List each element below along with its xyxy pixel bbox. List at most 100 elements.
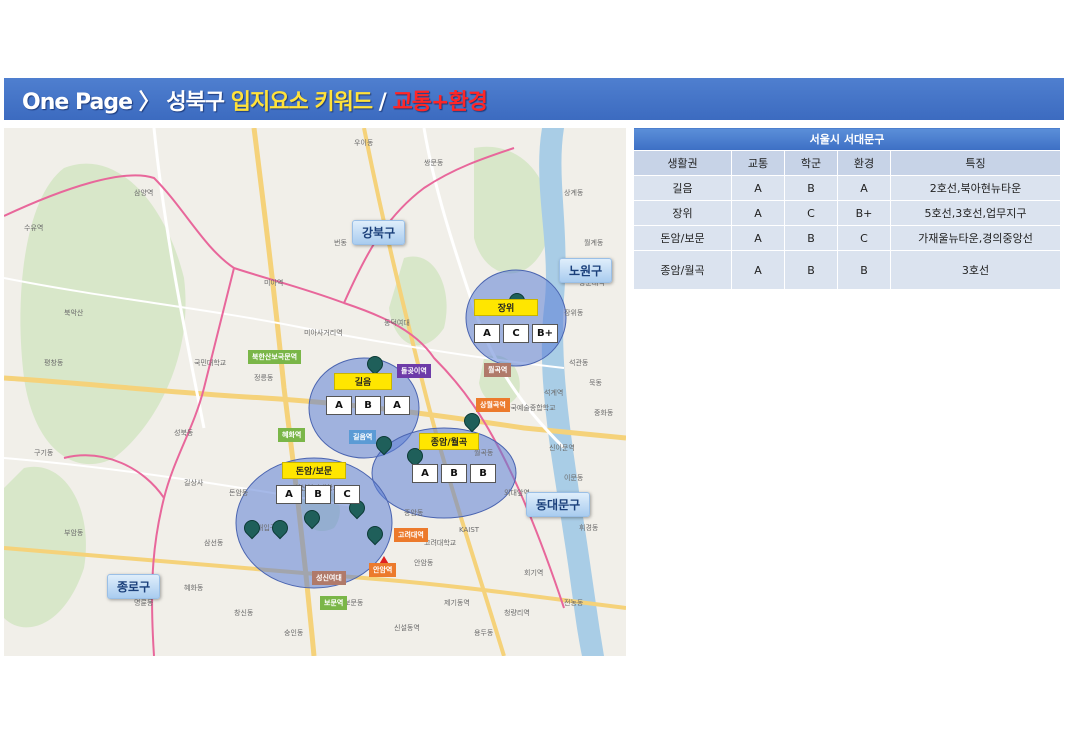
column-header: 특징: [890, 150, 1061, 176]
place-label: 부암동: [64, 529, 84, 537]
station-tag[interactable]: 월곡역: [484, 363, 512, 377]
grade-cell: A: [326, 396, 352, 415]
place-label: 삼양역: [134, 189, 154, 197]
table-row: 돈암/보문 A B C 가재울뉴타운,경의중앙선: [633, 225, 1061, 251]
district-label-jongno[interactable]: 종로구: [107, 574, 161, 599]
place-label: 삼선동: [204, 539, 224, 547]
place-label: 종암동: [404, 509, 424, 517]
grade-cell: A: [412, 464, 438, 483]
zone-grades-jangwi: A C B+: [474, 324, 561, 343]
grade-cell: B: [305, 485, 331, 504]
place-label: 휘경동: [579, 524, 599, 532]
station-tag[interactable]: 돌곶이역: [397, 364, 431, 378]
place-label: 미아역: [264, 279, 284, 287]
table-cell: B: [784, 250, 838, 290]
table-header-row: 생활권 교통 학군 환경 특징: [633, 150, 1061, 176]
place-label: 평창동: [44, 359, 64, 367]
zone-grades-donam-bomun: A B C: [276, 485, 363, 504]
table-cell: 종암/월곡: [633, 250, 732, 290]
district-label-dongdaemun[interactable]: 동대문구: [526, 492, 591, 517]
column-header: 교통: [731, 150, 785, 176]
table-cell: B: [784, 225, 838, 251]
title-keyword: 입지요소 키워드: [230, 90, 373, 115]
grade-cell: A: [384, 396, 410, 415]
table-cell: B+: [837, 200, 891, 226]
table-cell: A: [731, 225, 785, 251]
district-label-gangbuk[interactable]: 강북구: [352, 220, 406, 245]
place-label: 국민대학교: [194, 359, 227, 367]
station-tag[interactable]: 안암역: [369, 563, 397, 577]
place-label: 전농동: [564, 599, 584, 607]
grade-cell: C: [334, 485, 360, 504]
table-cell: 길음: [633, 175, 732, 201]
table-cell: C: [837, 225, 891, 251]
place-label: 장위동: [564, 309, 584, 317]
table-cell: 3호선: [890, 250, 1061, 290]
place-label: 창신동: [234, 609, 254, 617]
title-category: 교통+환경: [392, 90, 487, 115]
grade-cell: A: [474, 324, 500, 343]
table-cell: 가재울뉴타운,경의중앙선: [890, 225, 1061, 251]
place-label: 묵동: [589, 379, 602, 387]
district-label-nowon[interactable]: 노원구: [559, 258, 613, 283]
place-label: 숭인동: [284, 629, 304, 637]
place-label: 석관동: [569, 359, 589, 367]
station-tag[interactable]: 상월곡역: [476, 398, 510, 412]
zone-label-donam-bomun[interactable]: 돈암/보문: [282, 462, 346, 479]
table-cell: B: [837, 250, 891, 290]
place-label: KAIST: [459, 526, 480, 534]
table-cell: 5호선,3호선,업무지구: [890, 200, 1061, 226]
place-label: 신이문역: [549, 444, 575, 452]
table-row: 장위 A C B+ 5호선,3호선,업무지구: [633, 200, 1061, 226]
place-label: 혜화동: [184, 584, 204, 592]
table-cell: A: [731, 200, 785, 226]
column-header: 학군: [784, 150, 838, 176]
station-tag[interactable]: 성신여대: [312, 571, 346, 585]
table-row: 길음 A B A 2호선,북아현뉴타운: [633, 175, 1061, 201]
column-header: 환경: [837, 150, 891, 176]
grade-cell: B+: [532, 324, 558, 343]
station-tag[interactable]: 고려대역: [394, 528, 428, 542]
place-label: 구기동: [34, 449, 54, 457]
zone-label-jangwi[interactable]: 장위: [474, 299, 538, 316]
place-label: 신설동역: [394, 624, 420, 632]
table-cell: 장위: [633, 200, 732, 226]
column-header: 생활권: [633, 150, 732, 176]
page-title: One Page 〉 성북구 입지요소 키워드 / 교통+환경: [22, 84, 488, 116]
place-label: 정릉동: [254, 374, 274, 382]
place-label: 수유역: [24, 224, 44, 232]
zone-grades-gireum: A B A: [326, 396, 413, 415]
table-cell: C: [784, 200, 838, 226]
map-panel[interactable]: 수유역 미아역 미아사거리역 삼양역 국민대학교 정릉동 돈암동 삼선동 길상사…: [4, 128, 626, 656]
table-cell: 돈암/보문: [633, 225, 732, 251]
title-district: 성북구: [166, 90, 225, 115]
table-cell: A: [731, 175, 785, 201]
place-label: 쌍문동: [424, 159, 444, 167]
place-label: 돈암동: [229, 489, 249, 497]
place-label: 이문동: [564, 474, 584, 482]
place-label: 중화동: [594, 409, 614, 417]
place-label: 제기동역: [444, 599, 470, 607]
zone-label-jongam-wolgok[interactable]: 종암/월곡: [419, 433, 479, 450]
place-label: 상계동: [564, 189, 584, 197]
grade-cell: A: [276, 485, 302, 504]
zone-label-gireum[interactable]: 길음: [334, 373, 392, 390]
place-label: 회기역: [524, 569, 544, 577]
station-tag[interactable]: 북한산보국문역: [248, 350, 302, 364]
place-label: 우이동: [354, 139, 374, 147]
station-tag[interactable]: 혜화역: [278, 428, 306, 442]
station-tag[interactable]: 길음역: [349, 430, 377, 444]
table-row: 종암/월곡 A B B 3호선: [633, 250, 1061, 290]
grade-cell: B: [441, 464, 467, 483]
place-label: 안암동: [414, 559, 434, 567]
place-label: 미아사거리역: [304, 329, 343, 337]
grade-cell: B: [470, 464, 496, 483]
place-label: 용두동: [474, 629, 494, 637]
district-keyword-table: 서울시 서대문구 생활권 교통 학군 환경 특징 길음 A B A 2호선,북아…: [633, 127, 1061, 290]
place-label: 동덕여대: [384, 319, 410, 327]
place-label: 북악산: [64, 309, 84, 317]
place-label: 석계역: [544, 389, 564, 397]
station-tag[interactable]: 보문역: [320, 596, 348, 610]
grade-cell: B: [355, 396, 381, 415]
table-cell: A: [837, 175, 891, 201]
